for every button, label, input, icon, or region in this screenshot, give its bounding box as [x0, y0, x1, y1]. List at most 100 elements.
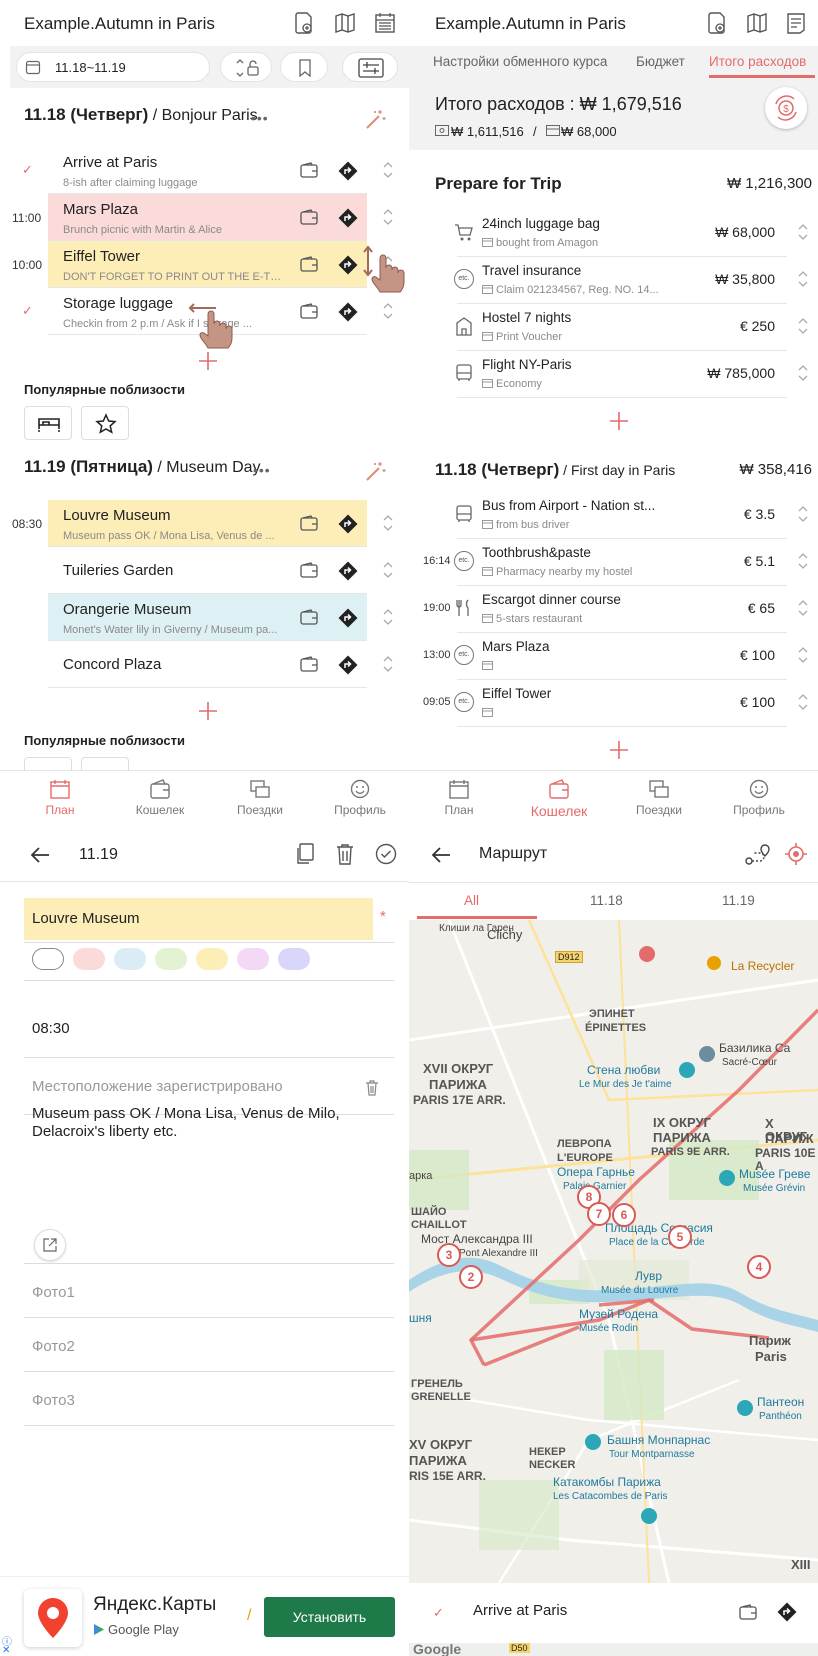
nav-trips[interactable]: Поездки [619, 779, 699, 817]
wallet-icon[interactable] [300, 609, 318, 625]
sort-lock-button[interactable] [220, 52, 272, 82]
filter-button[interactable] [342, 52, 398, 82]
route-icon[interactable] [744, 842, 770, 866]
drag-handle-icon[interactable] [797, 504, 809, 524]
color-swatch[interactable] [278, 948, 310, 970]
drag-handle-icon[interactable] [797, 316, 809, 336]
prep-expense-row[interactable]: Flight NY-Paris Economy ₩ 785,000 [456, 351, 808, 398]
wallet-icon[interactable] [300, 515, 318, 531]
add-expense-icon[interactable] [609, 740, 629, 760]
prep-expense-row[interactable]: Hostel 7 nights Print Voucher € 250 [456, 304, 808, 351]
add-document-icon[interactable] [292, 11, 316, 35]
color-swatch[interactable] [155, 948, 187, 970]
route-pin-4[interactable]: 4 [747, 1255, 771, 1279]
add-expense-icon[interactable] [609, 411, 629, 431]
day-expense-row[interactable]: Escargot dinner course 5-stars restaurant… [456, 586, 808, 633]
exchange-button[interactable]: $ [765, 87, 807, 129]
drag-handle-icon[interactable] [382, 654, 394, 674]
wallet-icon[interactable] [300, 209, 318, 225]
directions-icon[interactable] [338, 255, 358, 275]
color-swatch[interactable] [196, 948, 228, 970]
nav-plan[interactable]: План [20, 779, 100, 817]
map-icon[interactable] [333, 11, 357, 35]
color-swatch[interactable] [73, 948, 105, 970]
check-circle-icon[interactable] [375, 843, 397, 865]
nav-trips[interactable]: Поездки [220, 779, 300, 817]
locate-icon[interactable] [784, 842, 808, 866]
title-input[interactable]: Louvre Museum [24, 898, 373, 940]
memo-text[interactable]: Museum pass OK / Mona Lisa, Venus de Mil… [32, 1105, 372, 1141]
drag-handle-icon[interactable] [382, 560, 394, 580]
nearby-attraction-button[interactable] [81, 406, 129, 440]
nearby-hotel-button[interactable] [24, 406, 72, 440]
schedule-item-row[interactable]: Concord Plaza [48, 641, 367, 688]
nav-profile[interactable]: Профиль [320, 779, 400, 817]
directions-icon[interactable] [777, 1602, 797, 1622]
install-button[interactable]: Установить [264, 1597, 395, 1637]
nav-wallet[interactable]: Кошелек [120, 779, 200, 817]
route-pin-7[interactable]: 7 [587, 1202, 611, 1226]
drag-handle-icon[interactable] [797, 692, 809, 712]
wallet-icon[interactable] [300, 303, 318, 319]
share-button[interactable] [34, 1229, 66, 1261]
tab-all[interactable]: All [464, 893, 479, 908]
drag-handle-icon[interactable] [797, 222, 809, 242]
drag-handle-icon[interactable] [382, 160, 394, 180]
day-expense-row[interactable]: Bus from Airport - Nation st... from bus … [456, 492, 808, 539]
back-arrow-icon[interactable] [431, 846, 451, 864]
day2-more-button[interactable]: ••• [253, 462, 271, 478]
drag-handle-icon[interactable] [382, 301, 394, 321]
color-swatch[interactable] [114, 948, 146, 970]
wallet-icon[interactable] [300, 162, 318, 178]
drag-handle-icon[interactable] [382, 607, 394, 627]
schedule-item-row[interactable]: Arrive at Paris 8-ish after claiming lugg… [48, 147, 367, 194]
bookmark-button[interactable] [280, 52, 328, 82]
add-document-icon[interactable] [705, 11, 729, 35]
directions-icon[interactable] [338, 608, 358, 628]
route-map[interactable]: Клиши ла Гарен Clichy D912 La Recycler Э… [409, 920, 818, 1583]
calendar-icon[interactable] [373, 11, 397, 35]
add-schedule-icon[interactable] [198, 701, 218, 721]
trash-small-icon[interactable] [365, 1080, 379, 1096]
route-pin-6[interactable]: 6 [612, 1203, 636, 1227]
route-pin-5[interactable]: 5 [668, 1225, 692, 1249]
prep-expense-row[interactable]: 24inch luggage bag bought from Amagon ₩ 68… [455, 210, 808, 257]
receipt-icon[interactable] [784, 11, 808, 35]
drag-handle-icon[interactable] [382, 513, 394, 533]
drag-handle-icon[interactable] [797, 598, 809, 618]
photo-2-field[interactable]: Фото2 [24, 1318, 394, 1372]
directions-icon[interactable] [338, 514, 358, 534]
wallet-icon[interactable] [300, 656, 318, 672]
tab-11-18[interactable]: 11.18 [590, 893, 623, 908]
drag-handle-icon[interactable] [797, 551, 809, 571]
schedule-item-row[interactable]: Orangerie Museum Monet's Water lily in Gi… [48, 594, 367, 641]
route-bottom-sheet[interactable]: ✓ Arrive at Paris [409, 1583, 818, 1643]
wallet-icon[interactable] [300, 562, 318, 578]
trash-icon[interactable] [335, 843, 355, 865]
tab-budget[interactable]: Бюджет [636, 54, 685, 69]
nav-profile[interactable]: Профиль [719, 779, 799, 817]
prep-expense-row[interactable]: etc. Travel insurance Claim 021234567, Reg… [454, 257, 808, 304]
drag-handle-icon[interactable] [797, 645, 809, 665]
drag-handle-icon[interactable] [797, 363, 809, 383]
drag-handle-icon[interactable] [382, 207, 394, 227]
nav-wallet[interactable]: Кошелек [519, 779, 599, 819]
back-arrow-icon[interactable] [30, 846, 50, 864]
nav-plan[interactable]: План [419, 779, 499, 817]
add-schedule-icon[interactable] [198, 351, 218, 371]
color-swatch[interactable] [32, 948, 64, 970]
tab-total-expenses[interactable]: Итого расходов [709, 54, 806, 69]
time-field[interactable]: 08:30 [24, 1000, 394, 1058]
ad-close-icon[interactable]: ✕ [2, 1645, 10, 1656]
schedule-item-row[interactable]: Mars Plaza Brunch picnic with Martin & Al… [48, 194, 367, 241]
directions-icon[interactable] [338, 161, 358, 181]
day-expense-row[interactable]: etc. Eiffel Tower € 100 [454, 680, 808, 727]
schedule-item-row[interactable]: Tuileries Garden [48, 547, 367, 594]
day1-more-button[interactable]: ••• [251, 110, 269, 126]
day-expense-row[interactable]: etc. Toothbrush&paste Pharmacy nearby my h… [454, 539, 808, 586]
directions-icon[interactable] [338, 655, 358, 675]
schedule-item-row[interactable]: Eiffel Tower DON'T FORGET TO PRINT OUT TH… [48, 241, 367, 288]
schedule-item-row[interactable]: Louvre Museum Museum pass OK / Mona Lisa,… [48, 500, 367, 547]
tab-11-19[interactable]: 11.19 [722, 893, 755, 908]
copy-icon[interactable] [295, 843, 315, 865]
